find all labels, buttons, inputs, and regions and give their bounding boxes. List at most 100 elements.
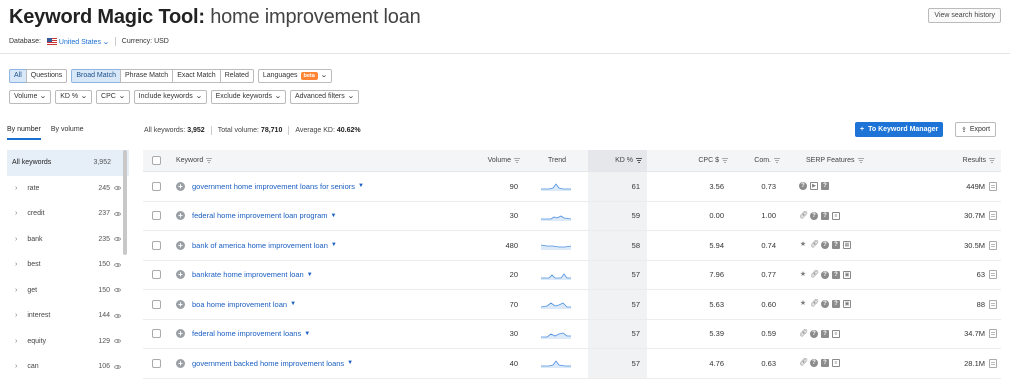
add-plus-icon[interactable]: + [176,358,185,368]
cpc-value: 7.96 [709,270,724,280]
serp-document-icon[interactable] [989,270,997,280]
serp-document-icon[interactable] [989,299,997,309]
faq-icon: ? [821,241,829,250]
select-all-checkbox[interactable] [152,156,161,165]
serp-document-icon[interactable] [989,358,997,368]
serp-document-icon[interactable] [989,211,997,221]
caret-down-icon[interactable]: ▼ [304,331,310,337]
sidebar-item-credit[interactable]: › credit 237 [7,201,129,227]
competition-header[interactable]: Com. [738,150,780,171]
serp-document-icon[interactable] [989,329,997,339]
header-divider [0,53,1010,54]
eye-icon[interactable] [114,313,121,318]
keyword-link[interactable]: bankrate home improvement loan [192,270,304,279]
keyword-link[interactable]: bank of america home improvement loan [192,241,328,250]
sidebar-item-interest[interactable]: › interest 144 [7,303,129,329]
eye-icon[interactable] [114,288,121,293]
keyword-link[interactable]: federal home improvement loans [192,329,301,338]
cpc-value: 3.56 [709,181,724,191]
sidebar-item-best[interactable]: › best 150 [7,252,129,278]
trend-cell [541,202,571,231]
row-checkbox[interactable] [152,240,161,250]
include-keywords-dropdown[interactable]: Include keywords ⌄ [133,90,207,104]
caret-down-icon[interactable]: ▼ [307,272,313,278]
languages-dropdown[interactable]: Languages beta ⌄ [257,69,332,83]
eye-icon[interactable] [114,364,121,369]
keyword-header[interactable]: Keyword [176,150,213,171]
add-plus-icon[interactable]: + [176,270,185,280]
to-keyword-manager-button[interactable]: + To Keyword Manager [855,122,944,137]
tab-related[interactable]: Related [219,69,254,83]
export-button[interactable]: ⇪ Export [955,122,997,137]
sidebar-item-equity[interactable]: › equity 129 [7,329,129,355]
caret-down-icon[interactable]: ▼ [330,213,336,219]
add-plus-icon[interactable]: + [176,181,185,191]
tab-all[interactable]: All [9,69,27,83]
caret-down-icon[interactable]: ▼ [358,183,364,189]
volume-value: 90 [509,181,518,191]
chevron-down-icon: ⌄ [117,93,126,100]
tab-by-number[interactable]: By number [7,126,41,140]
caret-down-icon[interactable]: ▼ [331,242,337,248]
kd-header[interactable]: KD % [588,150,642,171]
serp-document-icon[interactable] [989,181,997,191]
volume-value: 30 [509,211,518,221]
keyword-link[interactable]: federal home improvement loan program [192,211,327,220]
serp-features-header[interactable]: SERP Features [806,150,864,171]
to-keyword-manager-label: To Keyword Manager [868,126,939,133]
keyword-link[interactable]: government home improvement loans for se… [192,182,355,191]
sidebar-item-rate[interactable]: › rate 245 [7,176,129,202]
tab-phrase-match[interactable]: Phrase Match [120,69,174,83]
tab-questions[interactable]: Questions [25,69,68,83]
row-checkbox[interactable] [152,181,161,191]
sidebar-scrollbar[interactable] [123,150,127,255]
keyword-link[interactable]: government backed home improvement loans [192,359,344,368]
caret-down-icon[interactable]: ▼ [347,360,353,366]
advanced-filters-dropdown[interactable]: Advanced filters ⌄ [289,90,359,104]
eye-icon[interactable] [114,262,121,267]
cpc-dropdown[interactable]: CPC ⌄ [96,90,130,104]
sidebar-item-count: 245 [98,184,110,192]
trend-sparkline [541,332,571,339]
database-selector[interactable]: United States ⌄ [46,37,110,46]
row-checkbox[interactable] [152,299,161,309]
eye-icon[interactable] [114,237,121,242]
add-plus-icon[interactable]: + [176,211,185,221]
eye-icon[interactable] [114,339,121,344]
sidebar-item-bank[interactable]: › bank 235 [7,227,129,253]
image-icon: ▣ [843,300,851,309]
table-row: + bank of america home improvement loan ▼ … [143,231,1001,261]
sidebar-item-can[interactable]: › can 106 [7,354,129,380]
table-row: + federal home improvement loans ▼ 30 57 5… [143,319,1001,349]
sidebar-item-all-keywords[interactable]: All keywords 3,952 [7,150,129,176]
trend-cell [541,320,571,349]
sidebar-item-count: 129 [98,337,110,345]
row-checkbox[interactable] [152,358,161,368]
eye-icon[interactable] [114,186,121,191]
serp-document-icon[interactable] [989,240,997,250]
volume-dropdown[interactable]: Volume ⌄ [9,90,52,104]
tab-broad-match[interactable]: Broad Match [71,69,121,83]
keyword-cell: + government home improvement loans for s… [176,172,364,201]
kd-dropdown[interactable]: KD % ⌄ [55,90,93,104]
caret-down-icon[interactable]: ▼ [290,301,296,307]
eye-icon[interactable] [114,211,121,216]
volume-header[interactable]: Volume [468,150,520,171]
results-header[interactable]: Results [923,150,995,171]
people-also-ask-icon: ? [832,300,840,309]
add-plus-icon[interactable]: + [176,329,185,339]
tab-by-volume[interactable]: By volume [51,126,84,140]
add-plus-icon[interactable]: + [176,299,185,309]
sidebar-item-get[interactable]: › get 150 [7,278,129,304]
exclude-keywords-dropdown[interactable]: Exclude keywords ⌄ [210,90,286,104]
row-checkbox[interactable] [152,211,161,221]
tab-exact-match[interactable]: Exact Match [172,69,221,83]
cpc-header[interactable]: CPC $ [668,150,728,171]
keyword-link[interactable]: boa home improvement loan [192,300,287,309]
view-search-history-button[interactable]: View search history [928,8,1001,23]
row-checkbox[interactable] [152,270,161,280]
sidebar-item-label: All keywords [12,159,52,167]
add-plus-icon[interactable]: + [176,240,185,250]
row-checkbox[interactable] [152,329,161,339]
total-volume-stat: Total volume: 78,710 [218,127,283,134]
